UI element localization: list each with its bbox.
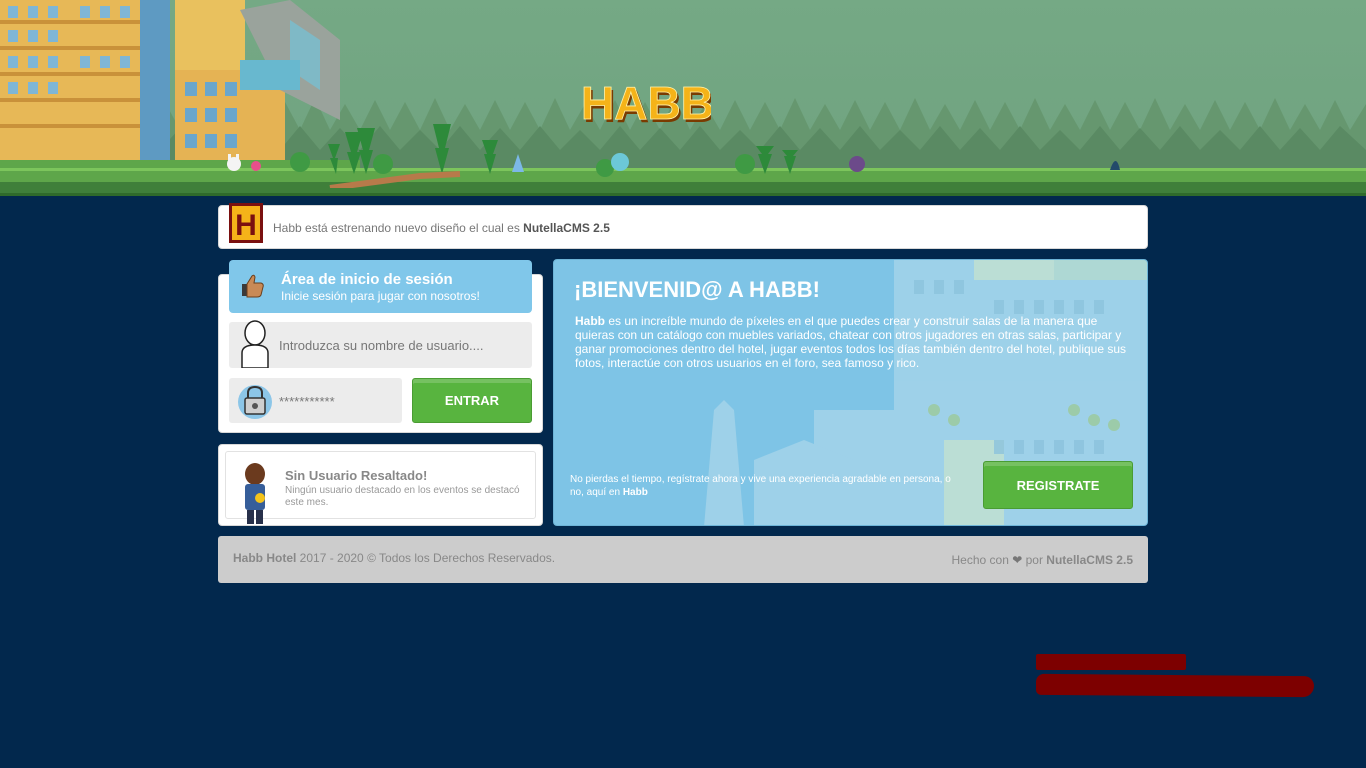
notice-prefix: Habb está estrenando nuevo diseño el cua… [273,221,524,235]
header-banner: HABB HABB [0,0,1366,196]
page-footer: Habb Hotel 2017 - 2020 © Todos los Derec… [218,536,1148,583]
heart-icon: ❤ [1012,553,1023,567]
login-header: Área de inicio de sesión Inicie sesión p… [229,260,532,313]
lock-icon [238,385,272,419]
footer-made-with: Hecho con [951,553,1013,567]
welcome-footer-text: No pierdas el tiempo, regístrate ahora y… [570,473,960,499]
redaction-mark [1036,673,1314,698]
svg-text:HABB: HABB [581,77,711,128]
welcome-body-brand: Habb [575,314,605,328]
svg-text:H: H [235,209,257,242]
featured-user-card: Sin Usuario Resaltado! Ningún usuario de… [218,444,543,526]
welcome-panel: ¡BIENVENID@ A HABB! Habb es un increíble… [553,259,1148,526]
welcome-footer-brand: Habb [622,487,648,498]
username-field-box [229,320,532,368]
habb-logo: HABB HABB [581,77,711,128]
featured-user-inner: Sin Usuario Resaltado! Ningún usuario de… [225,451,536,524]
user-silhouette-icon [241,320,269,368]
footer-by: por [1022,553,1047,567]
footer-copyright-text: 2017 - 2020 © Todos los Derechos Reserva… [296,551,556,565]
featured-user-title: Sin Usuario Resaltado! [285,468,428,483]
login-subtitle: Inicie sesión para jugar con nosotros! [281,289,480,303]
welcome-body: Habb es un increíble mundo de píxeles en… [575,314,1127,370]
welcome-title: ¡BIENVENID@ A HABB! [574,277,820,302]
h-badge-icon: H [229,203,263,243]
login-title: Área de inicio de sesión [281,271,453,288]
username-input[interactable] [279,336,519,354]
welcome-body-text: es un increíble mundo de píxeles en el q… [575,314,1127,370]
ground-decorations [227,124,1120,188]
footer-credit: Hecho con ❤ por NutellaCMS 2.5 [952,553,1133,567]
featured-user-subtitle: Ningún usuario destacado en los eventos … [285,485,520,508]
register-button[interactable]: REGISTRATE [983,461,1133,509]
notice-text: Habb está estrenando nuevo diseño el cua… [273,221,610,235]
avatar [245,463,265,524]
thumbs-up-icon [242,274,264,298]
redaction-mark [1036,654,1186,670]
footer-brand: Habb Hotel [233,551,297,565]
notice-bar: H Habb está estrenando nuevo diseño el c… [218,203,1148,249]
enter-button[interactable]: ENTRAR [412,378,532,423]
notice-highlight: NutellaCMS 2.5 [523,221,610,235]
footer-copyright: Habb Hotel 2017 - 2020 © Todos los Derec… [233,551,555,565]
footer-cms-name: NutellaCMS 2.5 [1046,553,1133,567]
password-field-box [229,378,402,423]
password-input[interactable] [279,392,389,410]
